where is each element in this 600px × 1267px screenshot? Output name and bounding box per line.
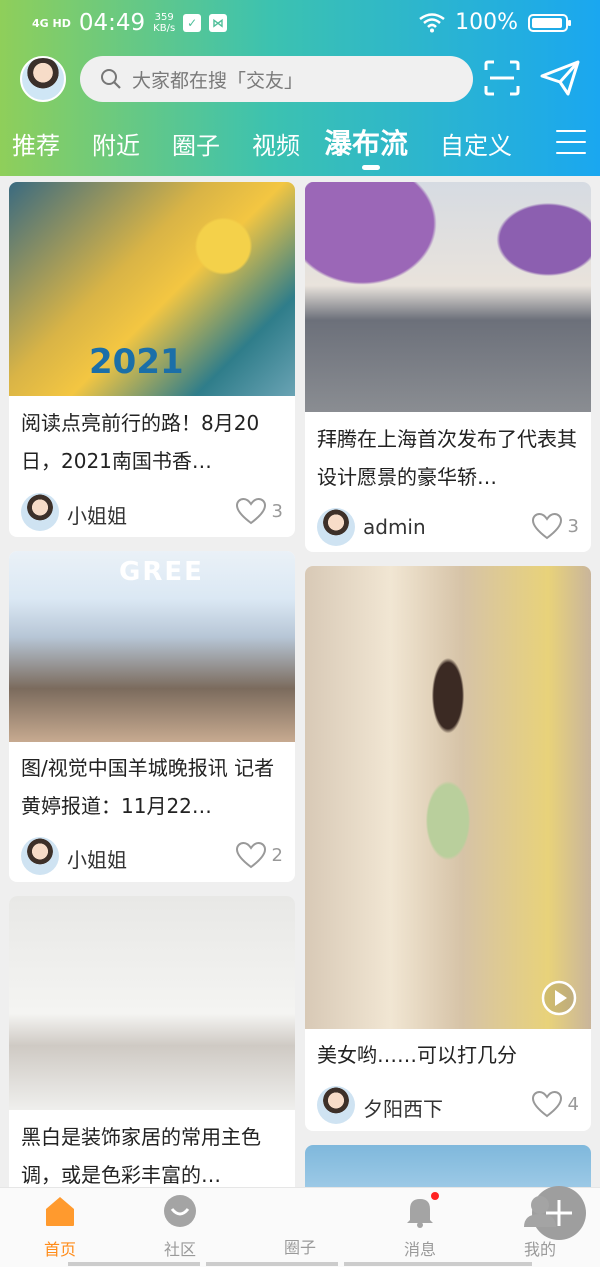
profile-icon bbox=[524, 1196, 556, 1227]
nav-indicator-bar bbox=[206, 1262, 338, 1266]
search-bar[interactable]: 大家都在搜「交友」 bbox=[80, 56, 473, 102]
feed-card[interactable]: 拜腾在上海首次发布了代表其设计愿景的豪华轿… admin 3 bbox=[305, 182, 591, 552]
battery-percent: 100% bbox=[455, 10, 518, 35]
heart-icon bbox=[531, 1091, 562, 1118]
like-button[interactable]: 2 bbox=[235, 842, 283, 869]
card-title: 阅读点亮前行的路！8月20日，2021南国书香… bbox=[21, 411, 260, 473]
user-avatar[interactable] bbox=[20, 56, 66, 102]
category-tabs: 推荐 附近 圈子 视频 瀑布流 自定义 bbox=[0, 120, 600, 176]
like-count: 3 bbox=[567, 516, 579, 537]
card-image bbox=[305, 566, 591, 1029]
scan-icon[interactable] bbox=[484, 60, 520, 96]
nav-messages[interactable]: 消息 bbox=[380, 1194, 460, 1260]
heart-icon bbox=[235, 498, 266, 525]
active-tab-indicator bbox=[362, 165, 380, 170]
feed-card[interactable]: GREE 图/视觉中国羊城晚报讯 记者黄婷报道：11月22… 小姐姐 2 bbox=[9, 551, 295, 882]
author-name[interactable]: 夕阳西下 bbox=[363, 1093, 443, 1122]
image-caption: 2021 bbox=[89, 342, 184, 382]
like-count: 4 bbox=[567, 1094, 579, 1115]
nav-home[interactable]: 首页 bbox=[20, 1194, 100, 1260]
feed-card[interactable]: 2021 阅读点亮前行的路！8月20日，2021南国书香… 小姐姐 3 bbox=[9, 182, 295, 537]
send-icon[interactable] bbox=[540, 60, 580, 96]
community-icon bbox=[164, 1195, 196, 1227]
like-button[interactable]: 4 bbox=[531, 1091, 579, 1118]
network-speed: 359 KB/s bbox=[153, 12, 176, 34]
card-title: 美女哟……可以打几分 bbox=[317, 1043, 517, 1067]
battery-icon bbox=[528, 13, 571, 32]
card-image: GREE bbox=[9, 551, 295, 742]
like-button[interactable]: 3 bbox=[531, 513, 579, 540]
author-avatar[interactable] bbox=[317, 508, 355, 546]
author-avatar[interactable] bbox=[21, 493, 59, 531]
image-caption: GREE bbox=[119, 557, 204, 587]
status-time: 04:49 bbox=[78, 10, 146, 36]
search-icon bbox=[101, 69, 121, 89]
like-count: 3 bbox=[271, 501, 283, 522]
like-button[interactable]: 3 bbox=[235, 498, 283, 525]
tab-video[interactable]: 视频 bbox=[252, 126, 300, 161]
card-title: 图/视觉中国羊城晚报讯 记者黄婷报道：11月22… bbox=[21, 756, 275, 818]
heart-icon bbox=[235, 842, 266, 869]
nav-indicator-bar bbox=[68, 1262, 200, 1266]
feed-card[interactable]: 黑白是装饰家居的常用主色调，或是色彩丰富的… bbox=[9, 896, 295, 1196]
bottom-nav: 首页 社区 圈子 消息 我的 bbox=[0, 1186, 600, 1267]
author-avatar[interactable] bbox=[317, 1086, 355, 1124]
app-notification-icon: ⋈ bbox=[209, 14, 228, 32]
card-image bbox=[9, 896, 295, 1110]
card-title: 黑白是装饰家居的常用主色调，或是色彩丰富的… bbox=[21, 1125, 261, 1187]
heart-icon bbox=[531, 513, 562, 540]
search-placeholder: 大家都在搜「交友」 bbox=[132, 69, 304, 92]
signal-icon: 4G HD bbox=[32, 16, 71, 30]
menu-icon[interactable] bbox=[556, 130, 586, 156]
nav-community[interactable]: 社区 bbox=[140, 1194, 220, 1260]
tab-nearby[interactable]: 附近 bbox=[92, 126, 140, 161]
author-name[interactable]: 小姐姐 bbox=[67, 844, 127, 873]
nav-profile[interactable]: 我的 bbox=[500, 1194, 580, 1260]
tab-custom[interactable]: 自定义 bbox=[440, 126, 512, 161]
author-avatar[interactable] bbox=[21, 837, 59, 875]
home-icon bbox=[46, 1197, 74, 1226]
tab-circle[interactable]: 圈子 bbox=[172, 126, 220, 161]
notification-badge bbox=[431, 1192, 439, 1200]
tab-recommend[interactable]: 推荐 bbox=[12, 126, 60, 161]
check-icon: ✓ bbox=[183, 14, 202, 32]
like-count: 2 bbox=[271, 845, 283, 866]
author-name[interactable]: admin bbox=[363, 515, 426, 539]
card-title: 拜腾在上海首次发布了代表其设计愿景的豪华轿… bbox=[317, 427, 577, 489]
tab-waterfall[interactable]: 瀑布流 bbox=[324, 122, 408, 162]
wifi-icon bbox=[419, 12, 445, 32]
nav-indicator-bar bbox=[344, 1262, 532, 1266]
author-name[interactable]: 小姐姐 bbox=[67, 500, 127, 529]
status-bar: 4G HD 04:49 359 KB/s ✓ ⋈ 100% bbox=[0, 0, 600, 46]
nav-circle[interactable]: 圈子 bbox=[260, 1186, 586, 1258]
card-image bbox=[305, 182, 591, 412]
card-image: 2021 bbox=[9, 182, 295, 396]
feed-card[interactable]: 美女哟……可以打几分 夕阳西下 4 bbox=[305, 566, 591, 1131]
play-icon[interactable] bbox=[541, 980, 577, 1016]
